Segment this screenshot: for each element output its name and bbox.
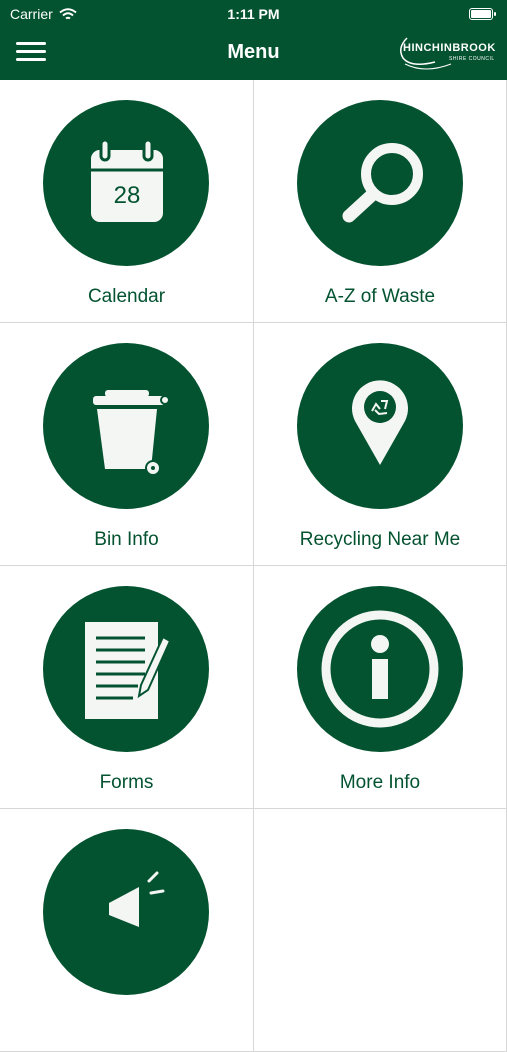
megaphone-icon-circle	[43, 829, 209, 995]
menu-item-recycling-near-me[interactable]: Recycling Near Me	[254, 323, 507, 566]
menu-item-bin-info[interactable]: Bin Info	[0, 323, 254, 566]
menu-item-label: Calendar	[87, 286, 166, 307]
map-pin-recycle-icon	[352, 380, 408, 465]
menu-item-label: Recycling Near Me	[299, 529, 461, 550]
menu-item-more-info[interactable]: More Info	[254, 566, 507, 809]
logo-sub-text: SHIRE COUNCIL	[449, 56, 495, 62]
menu-item-label: Bin Info	[94, 529, 159, 550]
status-time: 1:11 PM	[227, 6, 280, 22]
menu-item-label: A-Z of Waste	[324, 286, 436, 307]
calendar-icon-circle: 28	[43, 100, 209, 266]
form-icon-circle	[43, 586, 209, 752]
app-header: Carrier 1:11 PM Menu HINCHINBROOK SHIRE …	[0, 0, 507, 80]
search-icon-circle	[297, 100, 463, 266]
info-icon	[321, 610, 439, 728]
council-logo: HINCHINBROOK SHIRE COUNCIL	[395, 34, 501, 74]
menu-item-announcements[interactable]	[0, 809, 254, 1052]
status-bar: Carrier 1:11 PM	[0, 0, 507, 28]
bin-icon-circle	[43, 343, 209, 509]
calendar-day-number: 28	[113, 182, 141, 209]
battery-icon	[469, 8, 496, 20]
navigation-bar: Menu HINCHINBROOK SHIRE COUNCIL	[0, 28, 507, 80]
menu-item-a-z-of-waste[interactable]: A-Z of Waste	[254, 80, 507, 323]
logo-brand-text: HINCHINBROOK	[403, 42, 496, 54]
menu-empty-cell	[254, 809, 507, 1052]
info-icon-circle	[297, 586, 463, 752]
form-pencil-icon	[85, 622, 172, 719]
megaphone-icon	[109, 871, 165, 927]
logo-swoosh-icon	[400, 37, 452, 70]
menu-item-calendar[interactable]: 28 Calendar	[0, 80, 254, 323]
map-pin-icon-circle	[297, 343, 463, 509]
bin-icon	[93, 390, 170, 476]
menu-grid: 28 Calendar A-Z of Waste Bin Info Recycl…	[0, 80, 507, 1052]
menu-item-label: More Info	[339, 772, 421, 793]
search-icon	[342, 143, 423, 223]
menu-item-label: Forms	[99, 772, 154, 793]
menu-item-forms[interactable]: Forms	[0, 566, 254, 809]
